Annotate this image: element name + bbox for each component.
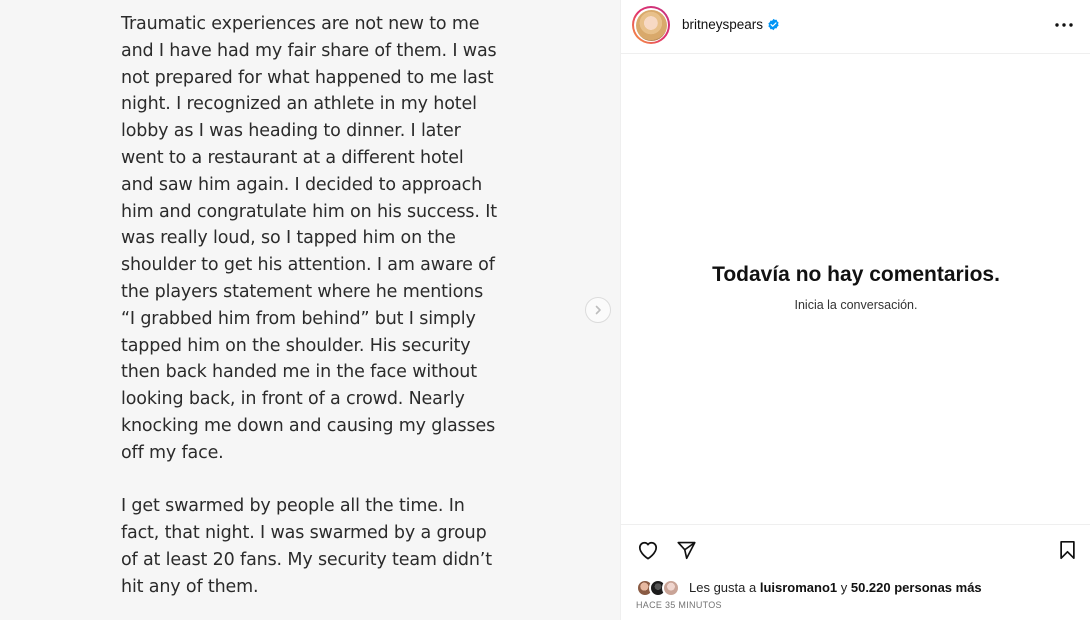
next-slide-button[interactable]	[585, 297, 611, 323]
no-comments-title: Todavía no hay comentarios.	[712, 263, 1000, 286]
save-button[interactable]	[1055, 538, 1079, 562]
post-paragraph-1: Traumatic experiences are not new to me …	[121, 14, 497, 463]
post-sidebar: britneyspears Todavía no hay comentarios…	[620, 0, 1090, 620]
post-caption-image-text: Traumatic experiences are not new to me …	[121, 11, 501, 620]
like-button[interactable]	[636, 538, 660, 562]
more-options-button[interactable]	[1053, 16, 1075, 34]
share-button[interactable]	[674, 538, 698, 562]
chevron-right-icon	[595, 305, 601, 315]
username-link[interactable]: britneyspears	[682, 17, 763, 32]
verified-badge-icon	[768, 18, 779, 31]
paper-plane-icon	[676, 541, 696, 560]
bookmark-icon	[1059, 540, 1075, 560]
heart-icon	[638, 541, 658, 560]
likes-count-link[interactable]: 50.220 personas más	[851, 580, 982, 595]
post-media: Traumatic experiences are not new to me …	[0, 0, 620, 620]
more-options-icon	[1055, 23, 1073, 27]
avatar[interactable]	[632, 6, 670, 44]
profile-photo	[635, 9, 667, 41]
post-header: britneyspears	[621, 0, 1090, 54]
post-timestamp[interactable]: HACE 35 MINUTOS	[636, 600, 722, 610]
likes-summary: Les gusta a luisromano1 y 50.220 persona…	[636, 578, 1086, 598]
liker-avatar[interactable]	[662, 579, 680, 597]
post-paragraph-2: I get swarmed by people all the time. In…	[121, 496, 492, 597]
post-actions: Les gusta a luisromano1 y 50.220 persona…	[621, 524, 1090, 620]
start-conversation-text: Inicia la conversación.	[794, 298, 918, 312]
liker-username-link[interactable]: luisromano1	[760, 580, 837, 595]
likes-text: Les gusta a luisromano1 y 50.220 persona…	[689, 580, 982, 595]
liker-avatars	[636, 579, 686, 597]
